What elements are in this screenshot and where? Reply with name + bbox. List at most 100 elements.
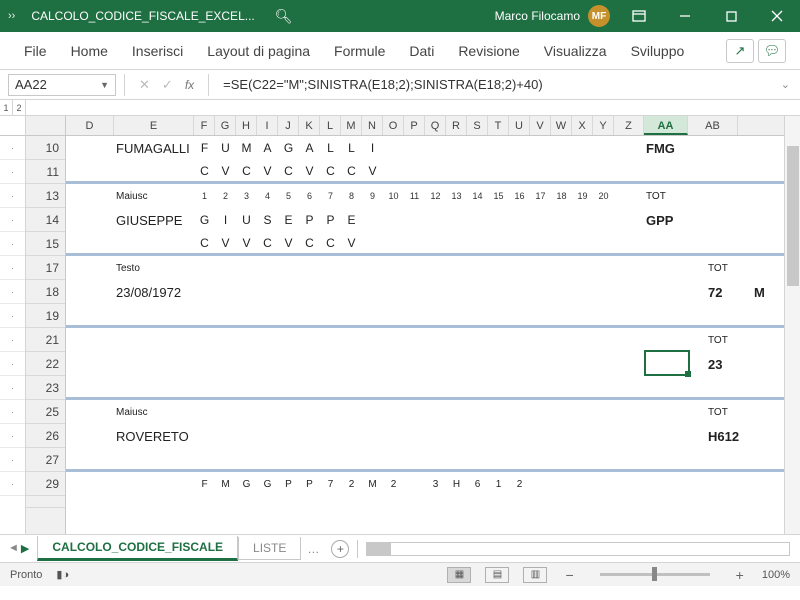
cell[interactable]: Maiusc: [114, 407, 194, 418]
close-button[interactable]: [754, 0, 800, 32]
formula-input[interactable]: =SE(C22="M";SINISTRA(E18;2);SINISTRA(E18…: [217, 77, 771, 92]
row-header[interactable]: 10: [26, 136, 65, 160]
cell[interactable]: TOT: [644, 191, 688, 202]
vertical-scrollbar[interactable]: [784, 116, 800, 534]
cell[interactable]: A: [257, 141, 278, 155]
col-header[interactable]: K: [299, 116, 320, 135]
cell[interactable]: M: [236, 141, 257, 155]
col-header[interactable]: W: [551, 116, 572, 135]
quick-access-more-icon[interactable]: ››: [8, 10, 15, 22]
col-header[interactable]: F: [194, 116, 215, 135]
comments-button[interactable]: 💬︎: [758, 39, 786, 63]
cell[interactable]: H612: [706, 429, 750, 444]
fx-icon[interactable]: fx: [179, 78, 200, 92]
col-header[interactable]: O: [383, 116, 404, 135]
cell[interactable]: V: [362, 164, 383, 178]
outline-level-2[interactable]: 2: [13, 100, 26, 115]
sheet-more-icon[interactable]: …: [301, 542, 325, 556]
col-header[interactable]: Z: [614, 116, 644, 135]
outline-level-1[interactable]: 1: [0, 100, 13, 115]
col-header[interactable]: N: [362, 116, 383, 135]
col-header[interactable]: R: [446, 116, 467, 135]
col-header[interactable]: T: [488, 116, 509, 135]
search-icon[interactable]: 🔍︎: [275, 8, 293, 25]
row-header[interactable]: 29: [26, 472, 65, 496]
col-header[interactable]: J: [278, 116, 299, 135]
row-header[interactable]: 26: [26, 424, 65, 448]
col-header[interactable]: G: [215, 116, 236, 135]
row-header[interactable]: 22: [26, 352, 65, 376]
cell[interactable]: 72: [706, 285, 750, 300]
cells-area[interactable]: FUMAGALLI F U M A G A L L I FMG C V C V …: [66, 136, 800, 508]
cell[interactable]: Maiusc: [114, 191, 194, 202]
cell[interactable]: A: [299, 141, 320, 155]
cell[interactable]: G: [278, 141, 299, 155]
maximize-button[interactable]: [708, 0, 754, 32]
cell-selected[interactable]: 23: [706, 357, 750, 372]
tab-revisione[interactable]: Revisione: [448, 37, 529, 65]
cell[interactable]: Testo: [114, 263, 194, 274]
row-header[interactable]: 25: [26, 400, 65, 424]
cancel-formula-icon[interactable]: ✕: [133, 77, 156, 93]
cell[interactable]: C: [278, 164, 299, 178]
col-header[interactable]: H: [236, 116, 257, 135]
row-header[interactable]: 14: [26, 208, 65, 232]
expand-formula-icon[interactable]: ⌄: [771, 78, 800, 91]
macro-record-icon[interactable]: ▮◑: [56, 568, 69, 581]
zoom-slider[interactable]: [600, 573, 710, 576]
col-header[interactable]: E: [114, 116, 194, 135]
cell[interactable]: C: [236, 164, 257, 178]
cell[interactable]: TOT: [706, 263, 750, 274]
share-button[interactable]: ↗: [726, 39, 754, 63]
ribbon-display-icon[interactable]: [616, 0, 662, 32]
cell[interactable]: V: [257, 164, 278, 178]
cell[interactable]: GIUSEPPE: [114, 213, 194, 228]
tab-dati[interactable]: Dati: [399, 37, 444, 65]
chevron-down-icon[interactable]: ▼: [100, 80, 109, 90]
cell[interactable]: 23/08/1972: [114, 285, 234, 300]
row-header[interactable]: 15: [26, 232, 65, 256]
sheet-nav[interactable]: ◄▶: [0, 542, 37, 555]
cell[interactable]: C: [341, 164, 362, 178]
cell[interactable]: V: [215, 164, 236, 178]
cell[interactable]: FMG: [644, 141, 688, 156]
cell[interactable]: TOT: [706, 335, 750, 346]
cell[interactable]: TOT: [706, 407, 750, 418]
user-account[interactable]: Marco Filocamo MF: [495, 5, 610, 27]
col-header[interactable]: Q: [425, 116, 446, 135]
col-header[interactable]: U: [509, 116, 530, 135]
col-header[interactable]: D: [66, 116, 114, 135]
sheet-tab-active[interactable]: CALCOLO_CODICE_FISCALE: [37, 536, 238, 561]
cell[interactable]: C: [320, 164, 341, 178]
col-header[interactable]: I: [257, 116, 278, 135]
tab-sviluppo[interactable]: Sviluppo: [621, 37, 695, 65]
row-header[interactable]: 19: [26, 304, 65, 328]
tab-visualizza[interactable]: Visualizza: [534, 37, 617, 65]
cell[interactable]: L: [341, 141, 362, 155]
view-page-layout-button[interactable]: ▤: [485, 567, 509, 583]
tab-file[interactable]: File: [14, 37, 57, 65]
zoom-out-button[interactable]: −: [561, 567, 577, 583]
cell[interactable]: I: [362, 141, 383, 155]
col-header[interactable]: AB: [688, 116, 738, 135]
tab-inserisci[interactable]: Inserisci: [122, 37, 193, 65]
cell[interactable]: GPP: [644, 213, 688, 228]
accept-formula-icon[interactable]: ✓: [156, 77, 179, 93]
tab-formule[interactable]: Formule: [324, 37, 395, 65]
view-normal-button[interactable]: ▦: [447, 567, 471, 583]
cell[interactable]: ROVERETO: [114, 429, 194, 444]
cell[interactable]: U: [215, 141, 236, 155]
cell[interactable]: F: [194, 141, 215, 155]
col-header[interactable]: L: [320, 116, 341, 135]
add-sheet-button[interactable]: +: [331, 540, 349, 558]
tab-layout[interactable]: Layout di pagina: [197, 37, 320, 65]
cell[interactable]: L: [320, 141, 341, 155]
tab-home[interactable]: Home: [61, 37, 118, 65]
cell[interactable]: V: [299, 164, 320, 178]
col-header[interactable]: X: [572, 116, 593, 135]
row-header[interactable]: 17: [26, 256, 65, 280]
row-header[interactable]: 23: [26, 376, 65, 400]
row-header[interactable]: 13: [26, 184, 65, 208]
sheet-tab[interactable]: LISTE: [238, 537, 301, 560]
col-header[interactable]: P: [404, 116, 425, 135]
